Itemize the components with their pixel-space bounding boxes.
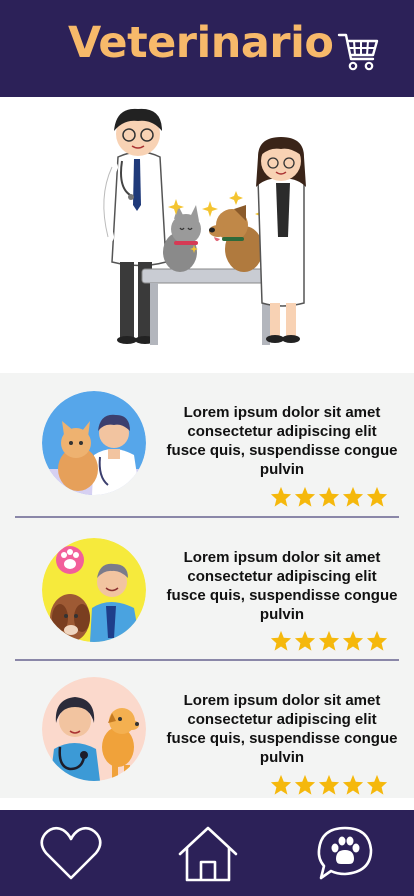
shopping-cart-icon[interactable] <box>336 30 380 74</box>
card-description: Lorem ipsum dolor sit amet consectetur a… <box>166 692 398 766</box>
veterinarians-illustration <box>97 108 306 345</box>
star-icon <box>318 774 340 795</box>
star-icon <box>342 630 364 651</box>
star-icon <box>366 630 388 651</box>
star-icon <box>318 630 340 651</box>
star-icon <box>270 630 292 651</box>
star-icon <box>294 774 316 795</box>
star-icon <box>366 486 388 507</box>
card-description: Lorem ipsum dolor sit amet consectetur a… <box>166 404 398 478</box>
card-description: Lorem ipsum dolor sit amet consectetur a… <box>166 549 398 623</box>
list-item[interactable]: Lorem ipsum dolor sit amet consectetur a… <box>0 518 414 661</box>
star-icon <box>294 486 316 507</box>
rating-stars <box>270 774 388 796</box>
paw-chat-icon[interactable] <box>313 824 377 882</box>
vet-list: Lorem ipsum dolor sit amet consectetur a… <box>0 373 414 798</box>
home-icon[interactable] <box>176 824 240 882</box>
list-item[interactable]: Lorem ipsum dolor sit amet consectetur a… <box>0 373 414 516</box>
star-icon <box>294 630 316 651</box>
star-icon <box>366 774 388 795</box>
rating-stars <box>270 630 388 652</box>
vet-with-dog-avatar <box>42 538 146 642</box>
page-title: Veterinario <box>68 18 334 68</box>
star-icon <box>342 486 364 507</box>
cat-figure <box>163 205 201 272</box>
hero-section <box>0 97 414 373</box>
exam-table <box>141 268 279 345</box>
app-header: Veterinario <box>0 0 414 97</box>
vet-woman-with-dog-avatar <box>42 677 146 781</box>
vet-with-cat-avatar <box>42 391 146 495</box>
dog-figure <box>209 205 263 272</box>
list-item[interactable]: Lorem ipsum dolor sit amet consectetur a… <box>0 661 414 804</box>
star-icon <box>318 486 340 507</box>
heart-icon[interactable] <box>39 824 103 882</box>
paw-bubble <box>56 546 84 574</box>
bottom-nav <box>0 810 414 896</box>
star-icon <box>270 486 292 507</box>
rating-stars <box>270 486 388 508</box>
star-icon <box>270 774 292 795</box>
star-icon <box>342 774 364 795</box>
